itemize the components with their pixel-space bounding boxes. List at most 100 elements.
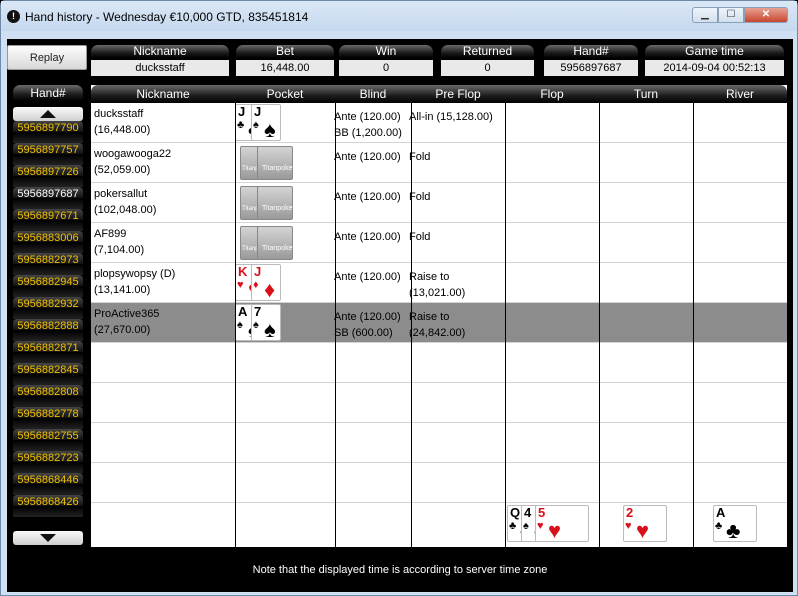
- hand-list-item[interactable]: 5956897726: [13, 165, 83, 187]
- arrow-down-icon: [40, 534, 56, 542]
- hand-list-item[interactable]: 5956897790: [13, 121, 83, 143]
- card-suit-icon: ♥: [237, 279, 244, 291]
- table-row[interactable]: [91, 423, 787, 463]
- hand-list-items: 5956897790 5956897757 5956897726 5956897687…: [13, 121, 83, 517]
- board-turn: 2 ♥ ♥: [599, 505, 693, 545]
- summary-value: 16,448.00: [236, 60, 334, 76]
- window-title: Hand history - Wednesday €10,000 GTD, 83…: [25, 10, 309, 24]
- preflop-action: Raise to: [409, 311, 450, 323]
- hand-list-header: Hand#: [13, 85, 83, 101]
- pocket-cards: TitanpokerTitanpoker: [235, 144, 297, 182]
- card-suit-large-icon: ♣: [726, 518, 741, 543]
- card-back-logo: Titanpoker: [262, 165, 295, 172]
- table-row[interactable]: [91, 463, 787, 503]
- scroll-up-button[interactable]: [13, 107, 83, 121]
- blind-action: BB (1,200.00): [334, 127, 402, 139]
- card-back-logo: Titanpoker: [262, 245, 295, 252]
- summary-header: Returned: [441, 45, 534, 58]
- card-rank: A: [716, 505, 726, 520]
- card-suit-icon: ♣: [237, 119, 245, 131]
- card-rank: 2: [626, 505, 634, 520]
- replay-button[interactable]: Replay: [7, 45, 87, 70]
- board-row: Q♣♣4♠♠5♥♥ 2♥♥ A♣♣: [91, 505, 787, 547]
- player-name: plopsywopsy (D): [94, 268, 176, 280]
- pocket-cards: J♣♣J♠♠: [235, 104, 297, 142]
- app-icon: !: [7, 10, 20, 23]
- hand-list-item[interactable]: 5956882755: [13, 429, 83, 451]
- hand-list-item[interactable]: 5956882845: [13, 363, 83, 385]
- hand-list-item[interactable]: 5956882945: [13, 275, 83, 297]
- card-suit-large-icon: ♠: [264, 317, 276, 342]
- col-nickname: Nickname: [136, 87, 190, 101]
- table-row[interactable]: [91, 343, 787, 383]
- scroll-down-button[interactable]: [13, 531, 83, 545]
- hand-list-item[interactable]: 5956868426: [13, 495, 83, 517]
- summary-header: Win: [339, 45, 433, 58]
- table-row[interactable]: [91, 383, 787, 423]
- player-stack: (102,048.00): [94, 204, 157, 216]
- maximize-button[interactable]: ☐: [718, 7, 744, 23]
- summary-hand-number: Hand# 5956897687: [544, 45, 638, 77]
- card-rank: Q: [510, 505, 521, 520]
- card-suit-icon: ♠: [523, 520, 529, 532]
- hand-list-item[interactable]: 5956897671: [13, 209, 83, 231]
- title-bar[interactable]: ! Hand history - Wednesday €10,000 GTD, …: [1, 1, 797, 31]
- hand-list-item[interactable]: 5956882778: [13, 407, 83, 429]
- player-cell: AF899 (7,104.00): [94, 226, 144, 266]
- blind-action: Ante (120.00): [334, 311, 401, 323]
- table-row[interactable]: woogawooga22 (52,059.00) TitanpokerTitanpo…: [91, 143, 787, 183]
- summary-returned: Returned 0: [441, 45, 534, 77]
- card-back: Titanpoker: [257, 146, 295, 180]
- col-preflop: Pre Flop: [435, 87, 481, 101]
- table-row[interactable]: ProActive365(27,670.00)A♠♠7♠♠Ante (120.0…: [91, 303, 787, 343]
- close-button[interactable]: ✕: [744, 7, 788, 23]
- summary-header: Game time: [645, 45, 784, 58]
- player-stack: (7,104.00): [94, 244, 145, 256]
- player-name: ducksstaff: [94, 108, 144, 120]
- content-area: Replay Nickname ducksstaff Bet 16,448.00…: [7, 39, 793, 592]
- col-blind: Blind: [359, 87, 387, 101]
- blind-action: Ante (120.00): [334, 191, 401, 203]
- col-turn: Turn: [633, 87, 659, 101]
- hand-list-item[interactable]: 5956897757: [13, 143, 83, 165]
- hand-list-item[interactable]: 5956897687: [13, 187, 83, 209]
- card-suit-icon: ♣: [715, 520, 723, 532]
- playing-card: 7 ♠ ♠: [251, 304, 281, 341]
- card-suit-large-icon: ♦: [264, 277, 276, 302]
- hand-list-item[interactable]: 5956882932: [13, 297, 83, 319]
- card-suit-icon: ♣: [509, 520, 517, 532]
- summary-nickname: Nickname ducksstaff: [91, 45, 229, 77]
- card-back-logo: Titanpoker: [262, 205, 295, 212]
- playing-card: 2 ♥ ♥: [623, 505, 667, 542]
- summary-game-time: Game time 2014-09-04 00:52:13: [645, 45, 784, 77]
- card-suit-large-icon: ♥: [548, 518, 562, 543]
- card-suit-icon: ♠: [253, 119, 259, 131]
- pocket-cards: TitanpokerTitanpoker: [235, 224, 297, 262]
- hand-list-item[interactable]: 5956883006: [13, 231, 83, 253]
- hand-list-item[interactable]: 5956882888: [13, 319, 83, 341]
- table-row[interactable]: AF899 (7,104.00) TitanpokerTitanpoker Ante …: [91, 223, 787, 263]
- player-cell: pokersallut (102,048.00): [94, 186, 156, 226]
- summary-value: 0: [339, 60, 433, 76]
- column-divider: [235, 103, 236, 547]
- minimize-button[interactable]: ▁: [692, 7, 718, 23]
- hand-list-item[interactable]: 5956882723: [13, 451, 83, 473]
- hand-list-item[interactable]: 5956882871: [13, 341, 83, 363]
- card-suit-icon: ♠: [253, 319, 259, 331]
- table-row[interactable]: pokersallut (102,048.00) TitanpokerTitanpo…: [91, 183, 787, 223]
- blind-action: Ante (120.00): [334, 271, 401, 283]
- hand-list-item[interactable]: 5956868446: [13, 473, 83, 495]
- blind-action: SB (600.00): [334, 327, 393, 339]
- hand-list-item[interactable]: 5956882973: [13, 253, 83, 275]
- table-row[interactable]: ducksstaff(16,448.00)J♣♣J♠♠Ante (120.00)…: [91, 103, 787, 143]
- player-name: AF899: [94, 228, 127, 240]
- player-cell: woogawooga22 (52,059.00): [94, 146, 171, 186]
- hand-history-window: ! Hand history - Wednesday €10,000 GTD, …: [0, 0, 798, 596]
- summary-value: 5956897687: [544, 60, 638, 76]
- preflop-action: Fold: [409, 151, 431, 163]
- hand-table: Nickname Pocket Blind Pre Flop Flop Turn…: [91, 85, 787, 547]
- hand-list-item[interactable]: 5956882808: [13, 385, 83, 407]
- player-name: ProActive365: [94, 308, 160, 320]
- table-row[interactable]: plopsywopsy (D)(13,141.00)K♥♥J♦♦Ante (12…: [91, 263, 787, 303]
- column-divider: [693, 103, 694, 547]
